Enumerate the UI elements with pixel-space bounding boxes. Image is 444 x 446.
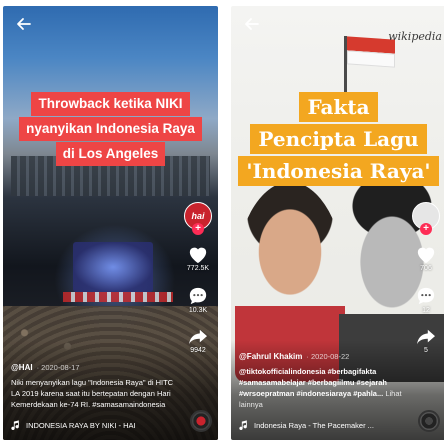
avatar[interactable]: +	[412, 202, 440, 235]
caption-text: Niki menyanyikan lagu "Indonesia Raya" d…	[11, 378, 174, 409]
music-disc[interactable]	[190, 410, 212, 432]
music-info[interactable]: INDONESIA RAYA BY NIKI - HAI	[11, 420, 182, 430]
comment-icon	[417, 287, 435, 305]
title-line: nyanyikan Indonesia Raya	[19, 117, 202, 141]
comment-button[interactable]: 12	[410, 286, 442, 314]
stage-screen	[73, 242, 153, 292]
video-caption: @Fahrul Khakim · 2020-08-22 @tiktokoffici…	[239, 351, 409, 410]
username[interactable]: @HAI	[11, 363, 33, 372]
video-title-overlay: Fakta Pencipta Lagu 'Indonesia Raya'	[231, 92, 444, 186]
like-count: 706	[420, 265, 432, 272]
caption-text: @tiktokofficialindonesia #berbagifakta #…	[239, 367, 388, 398]
arrow-left-icon[interactable]	[16, 16, 34, 34]
video-card-left[interactable]: Throwback ketika NIKI nyanyikan Indonesi…	[3, 6, 218, 440]
avatar[interactable]: hai +	[184, 202, 212, 235]
share-count: 5	[424, 347, 428, 354]
comment-count: 12	[422, 307, 430, 314]
share-button[interactable]: 5	[410, 328, 442, 354]
like-count: 772.5K	[186, 265, 210, 272]
share-icon	[417, 329, 435, 345]
comment-count: 10.3K	[188, 307, 208, 314]
video-title-overlay: Throwback ketika NIKI nyanyikan Indonesi…	[3, 92, 218, 167]
share-button[interactable]: 9942	[182, 328, 214, 354]
comment-button[interactable]: 10.3K	[182, 286, 214, 314]
title-line: Pencipta Lagu	[250, 124, 427, 154]
music-note-icon	[11, 420, 19, 430]
heart-icon	[189, 247, 207, 264]
share-count: 9942	[190, 347, 206, 354]
music-disc[interactable]	[418, 410, 440, 432]
share-icon	[189, 329, 207, 345]
post-date: · 2020-08-22	[306, 352, 350, 361]
username[interactable]: @Fahrul Khakim	[239, 352, 302, 361]
post-date: · 2020-08-17	[36, 363, 80, 372]
title-line: di Los Angeles	[55, 142, 166, 166]
watermark: wikipedia	[388, 30, 442, 43]
video-card-right[interactable]: wikipedia Fakta Pencipta Lagu 'Indonesia…	[231, 6, 444, 440]
action-rail: + 706 12 5	[410, 202, 442, 354]
action-rail: hai + 772.5K 10.3K 9942	[182, 202, 214, 354]
flag-strip	[63, 292, 173, 302]
heart-icon	[417, 247, 435, 264]
music-title: Indonesia Raya - The Pacemaker ...	[254, 420, 374, 430]
music-note-icon	[239, 420, 247, 430]
like-button[interactable]: 772.5K	[182, 244, 214, 272]
avatar-logo: hai	[191, 211, 205, 221]
like-button[interactable]: 706	[410, 244, 442, 272]
arrow-left-icon[interactable]	[244, 16, 262, 34]
title-line: Throwback ketika NIKI	[31, 92, 190, 116]
title-line: Fakta	[299, 92, 378, 122]
title-line: 'Indonesia Raya'	[238, 156, 439, 186]
music-info[interactable]: Indonesia Raya - The Pacemaker ...	[239, 420, 410, 430]
music-title: INDONESIA RAYA BY NIKI - HAI	[26, 420, 136, 430]
follow-plus-icon[interactable]: +	[192, 223, 204, 235]
video-caption: @HAI · 2020-08-17 Niki menyanyikan lagu "…	[11, 362, 181, 410]
follow-plus-icon[interactable]: +	[420, 223, 432, 235]
comment-icon	[189, 287, 207, 305]
